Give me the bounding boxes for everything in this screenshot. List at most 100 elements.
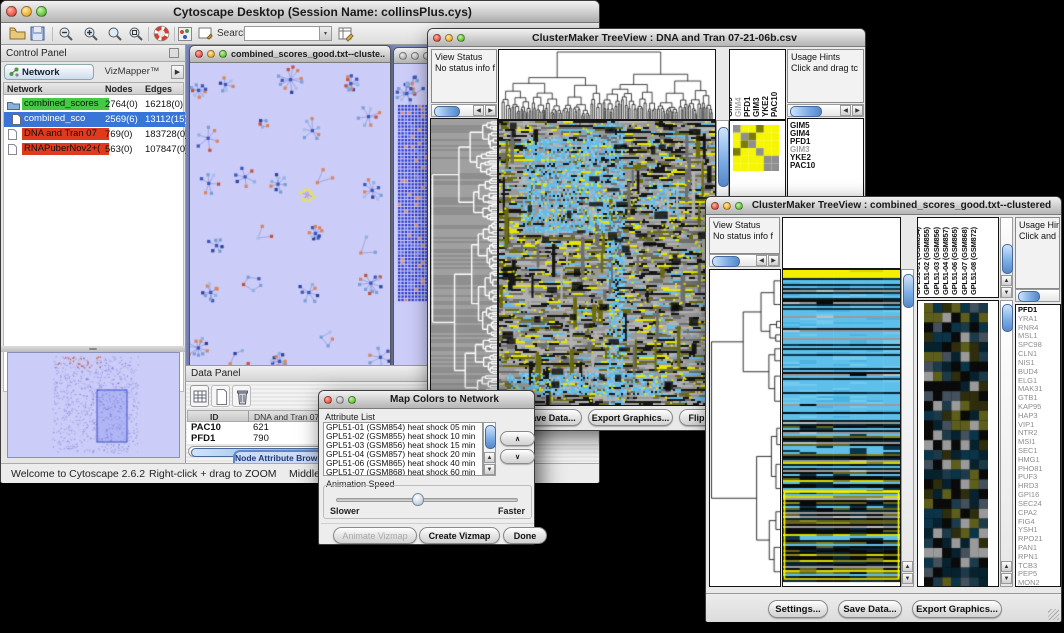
- column-dendrogram-panel[interactable]: [498, 49, 716, 120]
- scrollbar-thumb[interactable]: [1002, 244, 1013, 274]
- zoom-vscrollbar[interactable]: ▲ ▼: [1000, 300, 1013, 587]
- export-graphics-button[interactable]: Export Graphics...: [588, 409, 673, 426]
- done-button[interactable]: Done: [503, 527, 547, 544]
- attribute-list-scrollbar[interactable]: ▲ ▼: [483, 422, 496, 476]
- scroll-down-arrow[interactable]: ▼: [902, 573, 913, 584]
- network-row[interactable]: DNA and Tran 07 769(0) 183728(0): [4, 127, 185, 142]
- settings-button[interactable]: Settings...: [768, 600, 828, 618]
- speed-slider-track[interactable]: [336, 498, 518, 502]
- move-up-button[interactable]: ∧: [500, 431, 535, 446]
- scroll-down-arrow[interactable]: ▼: [1001, 573, 1012, 584]
- zoom-out-button[interactable]: [58, 26, 74, 47]
- minimize-button[interactable]: [207, 50, 215, 58]
- attribute-list[interactable]: GPL51-01 (GSM854) heat shock 05 minGPL51…: [323, 422, 483, 476]
- zoom-in-button[interactable]: [83, 26, 99, 47]
- minimize-button[interactable]: [445, 34, 453, 42]
- tab-overflow-arrow[interactable]: ▶: [171, 65, 184, 79]
- dialog-title-bar[interactable]: Map Colors to Network: [319, 391, 534, 409]
- scroll-up-arrow[interactable]: ▲: [1001, 275, 1012, 286]
- row-dendrogram-canvas[interactable]: [431, 119, 497, 405]
- column-dendrogram-canvas[interactable]: [499, 50, 715, 119]
- tab-vizmapper[interactable]: VizMapper™: [97, 65, 167, 79]
- zoom-heatmap-panel[interactable]: [917, 300, 999, 587]
- scroll-up-arrow[interactable]: ▲: [1001, 561, 1012, 572]
- speed-slider-thumb[interactable]: [412, 493, 424, 506]
- zoom-window-button[interactable]: [457, 34, 465, 42]
- float-panel-icon[interactable]: [169, 48, 179, 58]
- minimize-button[interactable]: [411, 52, 419, 60]
- heatmap-vscrollbar[interactable]: ▲ ▼: [901, 269, 914, 587]
- birdseye-view[interactable]: [7, 352, 180, 458]
- scroll-right-arrow[interactable]: ▶: [852, 105, 863, 116]
- birdseye-canvas[interactable]: [8, 353, 179, 457]
- row-dendrogram-panel[interactable]: [709, 269, 781, 587]
- close-button[interactable]: [711, 202, 719, 210]
- scrollbar-thumb[interactable]: [485, 425, 496, 449]
- help-lifering-icon[interactable]: [153, 25, 170, 47]
- scrollbar-thumb[interactable]: [1018, 291, 1040, 302]
- scrollbar-thumb[interactable]: [1002, 304, 1013, 332]
- network-view-title-bar[interactable]: combined_scores_good.txt--cluste...: [190, 46, 390, 63]
- scrollbar-thumb[interactable]: [712, 256, 740, 267]
- save-button[interactable]: [30, 26, 45, 46]
- gene-list-panel[interactable]: PFD1YRA1RNR4MSL1SPC98CLN1NIS1BUD4ELG1MAK…: [1015, 304, 1061, 587]
- create-vizmap-button[interactable]: Create Vizmap: [419, 527, 500, 544]
- scroll-down-arrow[interactable]: ▼: [1001, 287, 1012, 298]
- move-down-button[interactable]: ∨: [500, 449, 535, 464]
- network-row[interactable]: RNAPuberNov2+( 563(0) 107847(0): [4, 142, 185, 157]
- annotation-icon-button[interactable]: [198, 26, 213, 46]
- network-graph-canvas[interactable]: [190, 63, 390, 365]
- heatmap-panel[interactable]: [498, 120, 716, 406]
- scroll-left-arrow[interactable]: ◀: [840, 105, 851, 116]
- row-dendrogram-canvas[interactable]: [710, 270, 780, 586]
- minimize-button[interactable]: [723, 202, 731, 210]
- save-data-button[interactable]: Save Data...: [838, 600, 902, 618]
- network-row[interactable]: combined_scores 2764(0) 16218(0): [4, 97, 185, 112]
- attribute-browser-icon-button[interactable]: [338, 26, 354, 47]
- animate-vizmap-button[interactable]: Animate Vizmap: [333, 527, 417, 544]
- network-table-header[interactable]: Network Nodes Edges: [3, 82, 184, 95]
- zoom-fit-button[interactable]: [107, 26, 123, 47]
- scrollbar-thumb[interactable]: [718, 127, 729, 187]
- minimize-button[interactable]: [21, 6, 32, 17]
- heatmap-canvas[interactable]: [499, 121, 715, 405]
- treeview1-title-bar[interactable]: ClusterMaker TreeView : DNA and Tran 07-…: [428, 29, 865, 47]
- usage-hints-scrollbar[interactable]: ◀ ▶: [787, 104, 864, 117]
- scrollbar-thumb[interactable]: [790, 106, 822, 117]
- network-row-selected[interactable]: combined_sco 2569(6) 13112(15): [4, 112, 185, 127]
- network-grid-canvas[interactable]: [394, 64, 430, 365]
- zoom-window-button[interactable]: [735, 202, 743, 210]
- view-status-scrollbar[interactable]: ◀ ▶: [431, 104, 497, 117]
- heatmap-panel[interactable]: [782, 269, 901, 587]
- scrollbar-thumb[interactable]: [434, 106, 460, 117]
- usage-hints-scrollbar[interactable]: [1015, 289, 1060, 302]
- search-dropdown-arrow[interactable]: ▾: [319, 26, 332, 41]
- gene-list-item[interactable]: PAC10: [788, 162, 863, 170]
- zoom-window-button[interactable]: [348, 396, 356, 404]
- scrollbar-thumb[interactable]: [903, 274, 914, 308]
- close-button[interactable]: [433, 34, 441, 42]
- new-attribute-button[interactable]: [211, 385, 230, 407]
- scroll-up-arrow[interactable]: ▲: [902, 561, 913, 572]
- scroll-left-arrow[interactable]: ◀: [756, 255, 767, 266]
- zoom-heatmap-canvas[interactable]: [924, 303, 988, 587]
- open-file-button[interactable]: [9, 26, 26, 46]
- view-status-scrollbar[interactable]: ◀ ▶: [709, 254, 780, 267]
- scroll-right-arrow[interactable]: ▶: [768, 255, 779, 266]
- close-button[interactable]: [399, 52, 407, 60]
- close-button[interactable]: [6, 6, 17, 17]
- correlation-matrix-canvas[interactable]: [733, 125, 779, 171]
- row-dendrogram-panel[interactable]: [430, 118, 498, 406]
- scroll-up-arrow[interactable]: ▲: [484, 452, 495, 463]
- zoom-window-button[interactable]: [36, 6, 47, 17]
- gene-list-item[interactable]: MON2: [1016, 579, 1060, 587]
- column-dendrogram-panel[interactable]: [782, 217, 901, 269]
- export-graphics-button[interactable]: Export Graphics...: [912, 600, 1002, 618]
- zoom-window-button[interactable]: [219, 50, 227, 58]
- scroll-left-arrow[interactable]: ◀: [473, 105, 484, 116]
- vizmapper-icon-button[interactable]: [178, 27, 192, 46]
- table-mode-button[interactable]: [190, 385, 209, 407]
- delete-attribute-trash-button[interactable]: [232, 385, 251, 407]
- scroll-down-arrow[interactable]: ▼: [484, 464, 495, 475]
- minimize-button[interactable]: [336, 396, 344, 404]
